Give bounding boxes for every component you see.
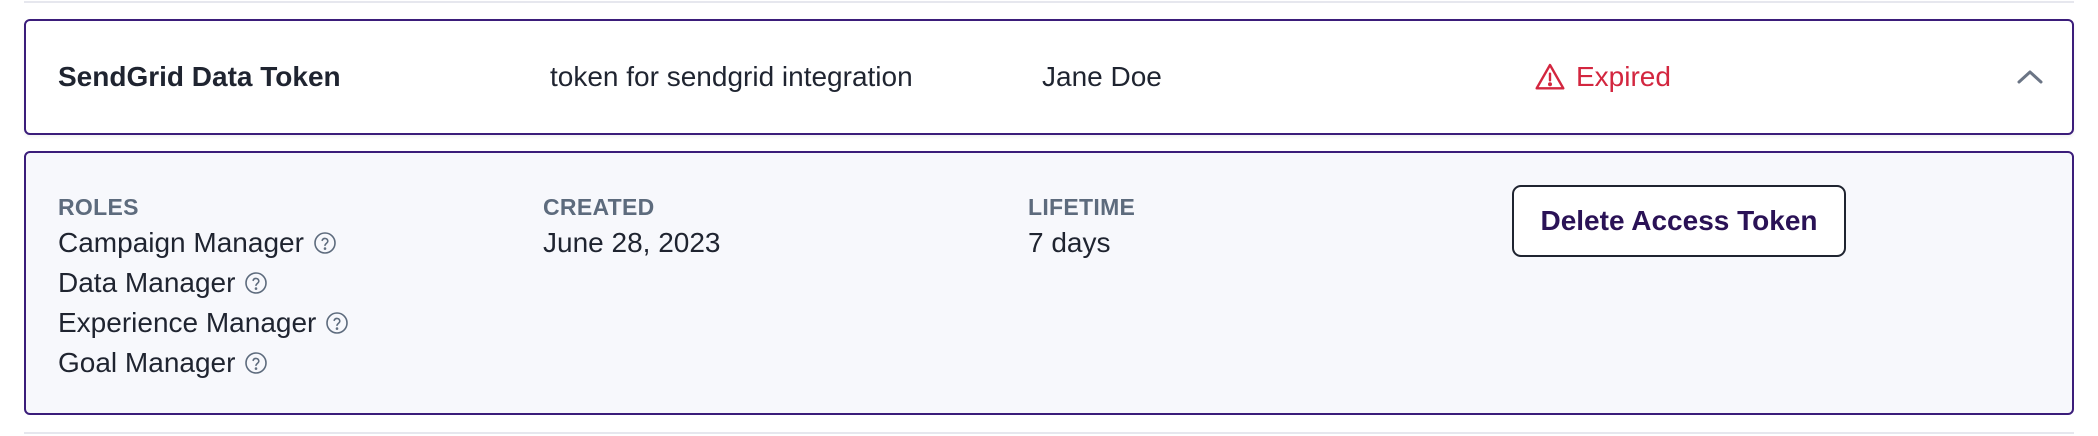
question-circle-icon[interactable]: [244, 271, 268, 295]
question-circle-icon[interactable]: [244, 351, 268, 375]
roles-label: ROLES: [58, 194, 139, 220]
created-label: CREATED: [543, 194, 655, 220]
created-column: CREATED June 28, 2023: [543, 191, 721, 263]
role-name: Campaign Manager: [58, 227, 304, 258]
token-details-panel: ROLES Campaign Manager Data Manager Expe…: [24, 151, 2074, 415]
token-owner: Jane Doe: [1042, 61, 1162, 92]
lifetime-column: LIFETIME 7 days: [1028, 191, 1135, 263]
role-name: Goal Manager: [58, 347, 236, 378]
created-value: June 28, 2023: [543, 227, 721, 258]
question-circle-icon[interactable]: [313, 231, 337, 255]
lifetime-label: LIFETIME: [1028, 194, 1136, 220]
token-name: SendGrid Data Token: [58, 61, 341, 92]
role-item: Data Manager: [58, 263, 349, 303]
role-item: Goal Manager: [58, 343, 349, 383]
previous-row-edge: [24, 0, 2074, 3]
warning-triangle-icon: [1535, 63, 1565, 90]
token-summary-row[interactable]: SendGrid Data Token token for sendgrid i…: [24, 19, 2074, 135]
lifetime-value: 7 days: [1028, 227, 1111, 258]
delete-access-token-button[interactable]: Delete Access Token: [1512, 185, 1846, 257]
role-item: Campaign Manager: [58, 223, 349, 263]
token-description: token for sendgrid integration: [550, 61, 913, 92]
role-name: Experience Manager: [58, 307, 317, 338]
collapse-button[interactable]: [2012, 59, 2048, 95]
status-badge: Expired: [1534, 21, 1671, 133]
chevron-up-icon: [2017, 70, 2043, 84]
role-name: Data Manager: [58, 267, 236, 298]
role-item: Experience Manager: [58, 303, 349, 343]
status-text: Expired: [1576, 61, 1671, 92]
question-circle-icon[interactable]: [325, 311, 349, 335]
roles-column: ROLES Campaign Manager Data Manager Expe…: [58, 191, 349, 383]
next-row-edge: [24, 432, 2074, 436]
